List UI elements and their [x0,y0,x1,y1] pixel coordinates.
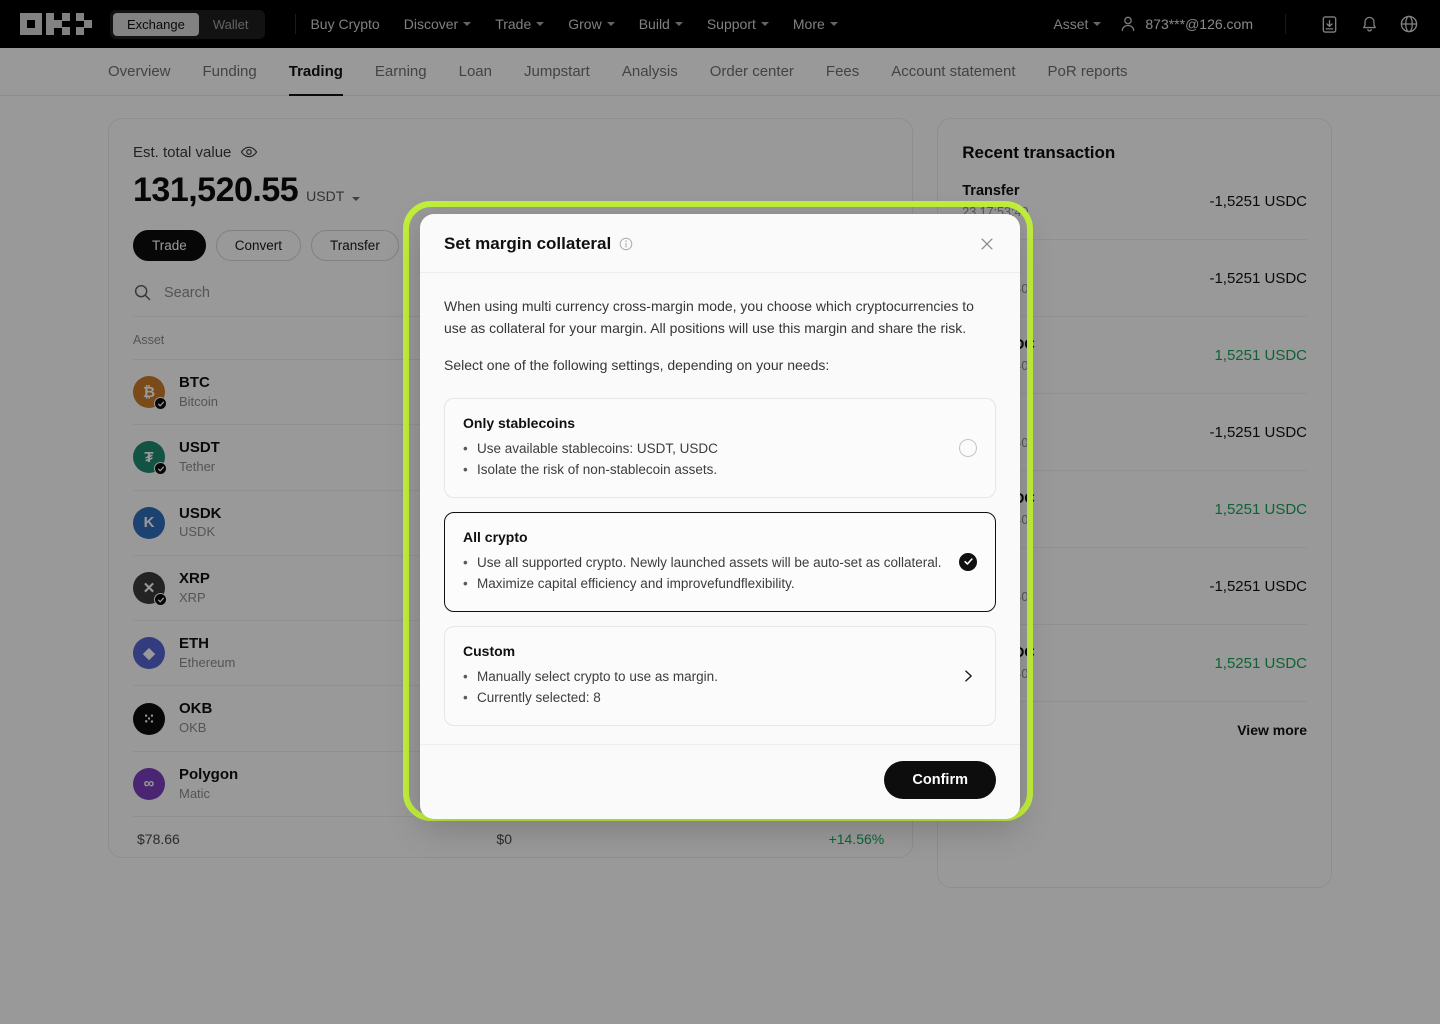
option-bullets: Use available stablecoins: USDT, USDC Is… [463,439,943,481]
dialog-header: Set margin collateral [420,214,1020,273]
option-all-crypto[interactable]: All crypto Use all supported crypto. New… [444,512,996,612]
option-title: Custom [463,642,516,659]
dialog-body: When using multi currency cross-margin m… [420,273,1020,744]
dialog-paragraph-1: When using multi currency cross-margin m… [444,298,974,337]
option-bullets: Use all supported crypto. Newly launched… [463,553,943,595]
dialog-title: Set margin collateral [444,234,612,253]
option-bullet: Use available stablecoins: USDT, USDC [463,439,943,460]
option-bullet: Use all supported crypto. Newly launched… [463,553,943,574]
dialog-footer: Confirm [420,743,1020,819]
option-bullet: Currently selected: 8 [463,688,943,709]
collateral-option-list: Only stablecoins Use available stablecoi… [444,398,996,726]
confirm-button[interactable]: Confirm [884,760,996,799]
option-bullet: Isolate the risk of non-stablecoin asset… [463,460,943,481]
dialog-paragraph-2: Select one of the following settings, de… [444,356,830,373]
option-bullet: Manually select crypto to use as margin. [463,667,943,688]
set-margin-collateral-dialog: Set margin collateral When using multi c… [420,214,1020,819]
info-icon[interactable] [619,237,633,251]
close-icon[interactable] [978,235,996,253]
option-bullet: Maximize capital efficiency and improvef… [463,574,943,595]
chevron-right-icon[interactable] [959,669,977,683]
option-check-selected-icon[interactable] [959,552,977,571]
option-custom[interactable]: Custom Manually select crypto to use as … [444,625,996,726]
option-bullets: Manually select crypto to use as margin.… [463,667,943,709]
option-only-stablecoins[interactable]: Only stablecoins Use available stablecoi… [444,398,996,499]
option-title: All crypto [463,529,528,546]
option-title: Only stablecoins [463,415,576,432]
option-radio-unselected[interactable] [959,439,977,458]
